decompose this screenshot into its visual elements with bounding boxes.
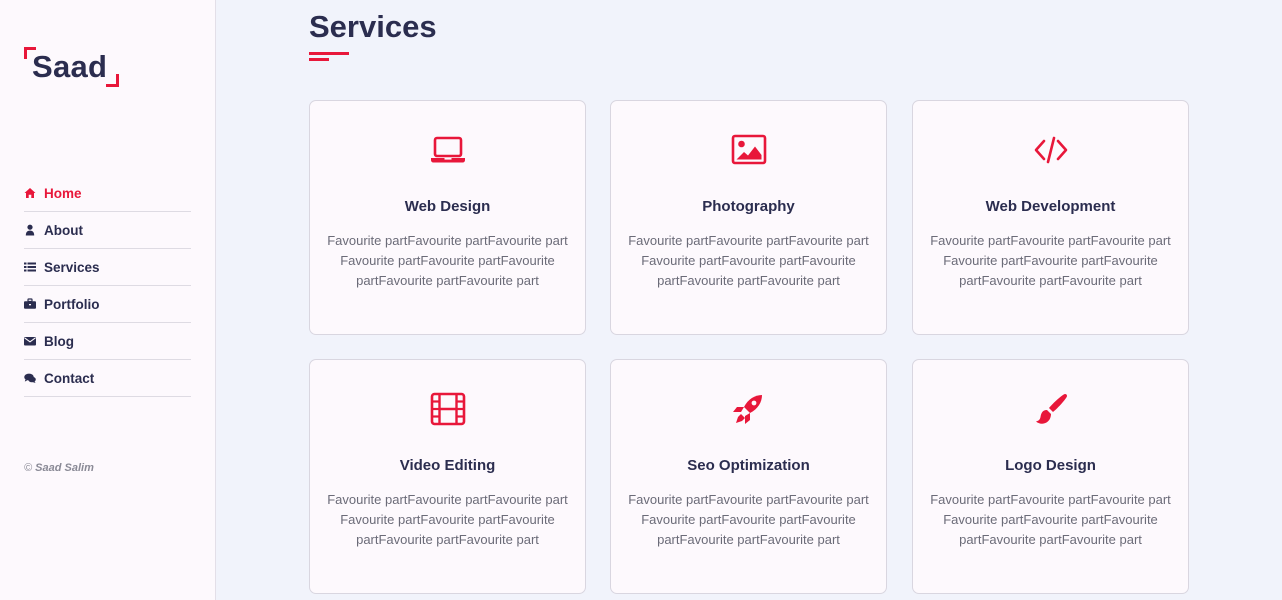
nav-item-blog[interactable]: Blog	[24, 323, 191, 360]
service-card-seo-optimization: Seo Optimization Favourite partFavourite…	[610, 359, 887, 594]
title-underline	[309, 52, 349, 55]
nav-item-label: Portfolio	[44, 296, 100, 312]
service-description: Favourite partFavourite partFavourite pa…	[327, 233, 568, 288]
film-icon	[430, 392, 466, 426]
service-card-logo-design: Logo Design Favourite partFavourite part…	[912, 359, 1189, 594]
service-card-video-editing: Video Editing Favourite partFavourite pa…	[309, 359, 586, 594]
service-card-web-design: Web Design Favourite partFavourite partF…	[309, 100, 586, 335]
list-icon	[24, 261, 36, 273]
service-title: Photography	[702, 198, 795, 215]
paint-brush-icon	[1033, 392, 1069, 426]
comments-icon	[24, 372, 36, 384]
service-card-web-development: Web Development Favourite partFavourite …	[912, 100, 1189, 335]
service-title: Seo Optimization	[687, 457, 810, 474]
service-description: Favourite partFavourite partFavourite pa…	[628, 233, 869, 288]
logo-text: Saad	[32, 49, 108, 84]
service-title: Video Editing	[399, 457, 496, 474]
nav-item-portfolio[interactable]: Portfolio	[24, 286, 191, 323]
nav-item-home[interactable]: Home	[24, 175, 191, 212]
service-card-photography: Photography Favourite partFavourite part…	[610, 100, 887, 335]
sidebar: Saad Home About Services Portfolio Blog …	[0, 0, 216, 600]
service-description: Favourite partFavourite partFavourite pa…	[628, 492, 869, 547]
briefcase-icon	[24, 298, 36, 310]
nav-item-services[interactable]: Services	[24, 249, 191, 286]
service-title: Web Design	[404, 198, 491, 215]
service-title: Web Development	[985, 198, 1116, 215]
title-underline-short	[309, 58, 329, 61]
nav-item-label: About	[44, 222, 83, 238]
service-description: Favourite partFavourite partFavourite pa…	[327, 492, 568, 547]
code-icon	[1033, 133, 1069, 167]
user-icon	[24, 224, 36, 236]
nav-item-label: Services	[44, 259, 100, 275]
home-icon	[24, 187, 36, 199]
nav-item-contact[interactable]: Contact	[24, 360, 191, 397]
nav-item-label: Contact	[44, 370, 95, 386]
rocket-icon	[731, 392, 767, 426]
image-icon	[731, 133, 767, 167]
nav-item-about[interactable]: About	[24, 212, 191, 249]
envelope-icon	[24, 335, 36, 347]
service-description: Favourite partFavourite partFavourite pa…	[930, 233, 1171, 288]
nav-item-label: Blog	[44, 333, 74, 349]
logo-bracket-bottom-right	[106, 74, 119, 87]
sidebar-nav: Home About Services Portfolio Blog Conta…	[24, 175, 191, 397]
copyright-name: Saad Salim	[35, 462, 94, 474]
logo[interactable]: Saad	[24, 47, 120, 88]
page-title: Services	[309, 9, 437, 44]
laptop-icon	[430, 133, 466, 167]
copyright-symbol: ©	[24, 462, 33, 474]
service-title: Logo Design	[1005, 457, 1096, 474]
nav-item-label: Home	[44, 185, 82, 201]
service-description: Favourite partFavourite partFavourite pa…	[930, 492, 1171, 547]
copyright: © Saad Salim	[24, 462, 94, 474]
